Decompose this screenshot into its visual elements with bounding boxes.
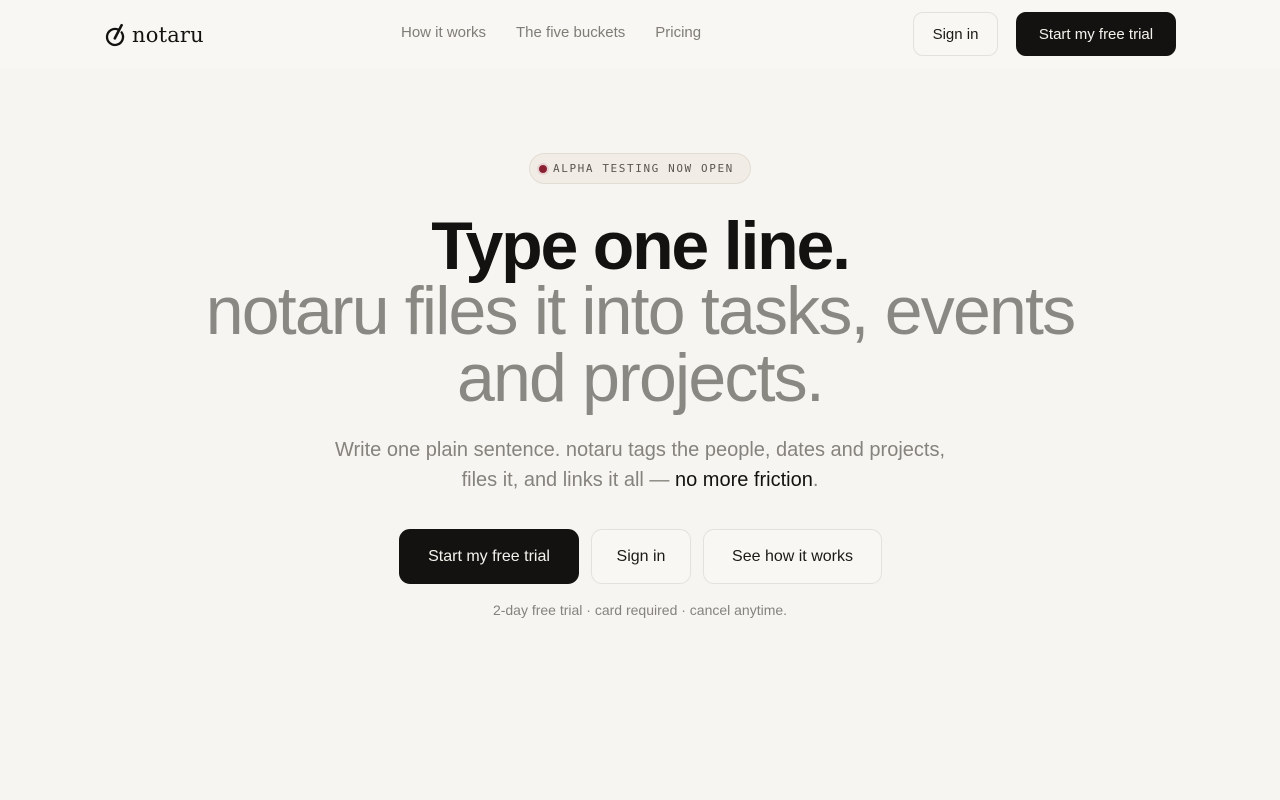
header-start-trial-button[interactable]: Start my free trial [1016,12,1176,56]
site-header: notaru How it works The five buckets Pri… [0,0,1280,68]
nav-five-buckets[interactable]: The five buckets [501,22,640,44]
nav-pricing[interactable]: Pricing [640,22,716,44]
logo-wordmark: notaru [132,22,204,47]
see-how-it-works-button[interactable]: See how it works [703,529,882,584]
nav-how-it-works[interactable]: How it works [386,22,501,44]
status-dot-icon [539,164,547,173]
header-sign-in-button[interactable]: Sign in [913,12,998,56]
notaru-logo-icon [105,23,125,47]
trial-fine-print: 2-day free trial · card required · cance… [492,602,788,618]
hero-description: Write one plain sentence. notaru tags th… [320,435,960,495]
description-tail: . [812,469,819,491]
main-nav: How it works The five buckets Pricing [386,22,716,44]
alpha-badge: ALPHA TESTING NOW OPEN [529,153,751,184]
description-lead: Write one plain sentence. notaru tags th… [334,439,946,491]
hero-sign-in-button[interactable]: Sign in [591,529,691,584]
badge-label: ALPHA TESTING NOW OPEN [553,162,734,175]
hero-start-trial-button[interactable]: Start my free trial [399,529,579,584]
description-emphasis: no more friction [675,469,813,491]
logo-link[interactable]: notaru [104,21,204,49]
hero-subheadline: notaru files it into tasks, events and p… [205,273,1076,416]
